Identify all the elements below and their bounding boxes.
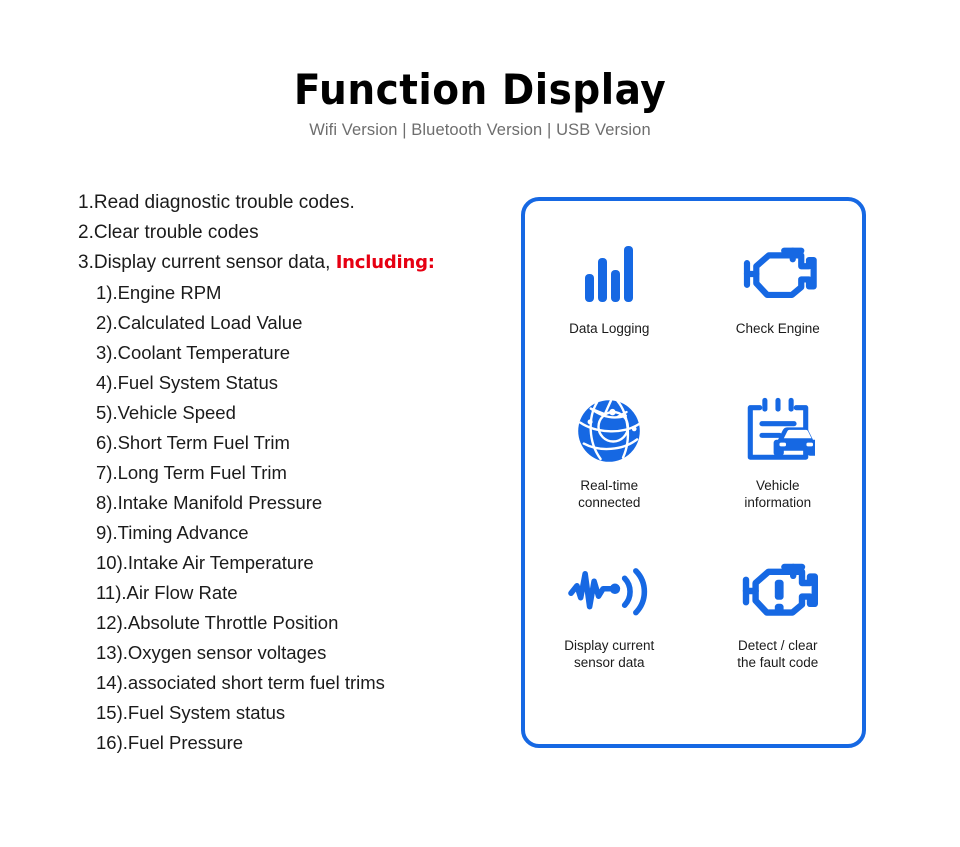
page-title: Function Display	[293, 65, 667, 114]
including-emphasis: Including:	[335, 252, 435, 273]
feature-item-realtime-connected: Real-time connected	[525, 394, 694, 554]
list-item: 10).Intake Air Temperature	[96, 552, 314, 573]
feature-label: Vehicle information	[744, 478, 812, 510]
list-item-text: 3.Display current sensor data,	[78, 252, 336, 273]
list-item: 13).Oxygen sensor voltages	[96, 642, 327, 663]
feature-label: Detect / clear the fault code	[737, 638, 819, 670]
globe-network-icon	[574, 394, 644, 468]
bar-4	[624, 246, 634, 302]
list-item: 2).Calculated Load Value	[96, 312, 303, 333]
feature-label: Display current sensor data	[564, 638, 655, 670]
list-item: 9).Timing Advance	[96, 522, 249, 543]
list-item: 12).Absolute Throttle Position	[96, 612, 339, 633]
list-item: 6).Short Term Fuel Trim	[96, 432, 290, 453]
list-item: 14).associated short term fuel trims	[96, 672, 385, 693]
clipboard-car-icon	[741, 394, 815, 468]
bar-3	[611, 270, 621, 302]
feature-item-detect-clear-fault: Detect / clear the fault code	[694, 554, 863, 704]
list-item: 11).Air Flow Rate	[96, 582, 238, 603]
list-item: 1).Engine RPM	[96, 282, 222, 303]
exclamation-mark	[774, 579, 784, 613]
feature-item-data-logging: Data Logging	[525, 237, 694, 394]
list-item: 3).Coolant Temperature	[96, 342, 291, 363]
bar-1	[585, 274, 595, 302]
page-header: Function Display Wifi Version | Bluetoot…	[0, 65, 960, 140]
feature-label: Check Engine	[735, 321, 820, 336]
bar-2	[598, 258, 608, 302]
list-item: 5).Vehicle Speed	[96, 402, 236, 423]
list-item: 1.Read diagnostic trouble codes.	[78, 192, 355, 213]
feature-item-display-sensor-data: Display current sensor data	[525, 554, 694, 704]
feature-item-vehicle-information: Vehicle information	[694, 394, 863, 554]
feature-list: 1.Read diagnostic trouble codes. 2.Clear…	[78, 188, 498, 758]
feature-label: Real-time connected	[578, 478, 641, 510]
feature-item-check-engine: Check Engine	[694, 237, 863, 394]
waveform-signal-icon	[568, 554, 650, 628]
feature-icon-panel: Data Logging Check Engine Real-time conn…	[521, 197, 866, 748]
list-item: 15).Fuel System status	[96, 702, 286, 723]
list-item: 4).Fuel System Status	[96, 372, 278, 393]
check-engine-icon	[739, 237, 817, 311]
page-subtitle: Wifi Version | Bluetooth Version | USB V…	[309, 121, 651, 140]
list-item: 16).Fuel Pressure	[96, 732, 244, 753]
list-item: 8).Intake Manifold Pressure	[96, 492, 323, 513]
bar-chart-bars	[585, 246, 634, 302]
list-item: 7).Long Term Fuel Trim	[96, 462, 287, 483]
list-item-with-emphasis: 3.Display current sensor data, Including…	[78, 248, 498, 278]
feature-label: Data Logging	[569, 321, 650, 336]
engine-warning-icon	[738, 554, 818, 628]
list-item: 2.Clear trouble codes	[78, 222, 259, 243]
bar-chart-icon	[585, 237, 634, 311]
icon-grid: Data Logging Check Engine Real-time conn…	[525, 237, 862, 704]
